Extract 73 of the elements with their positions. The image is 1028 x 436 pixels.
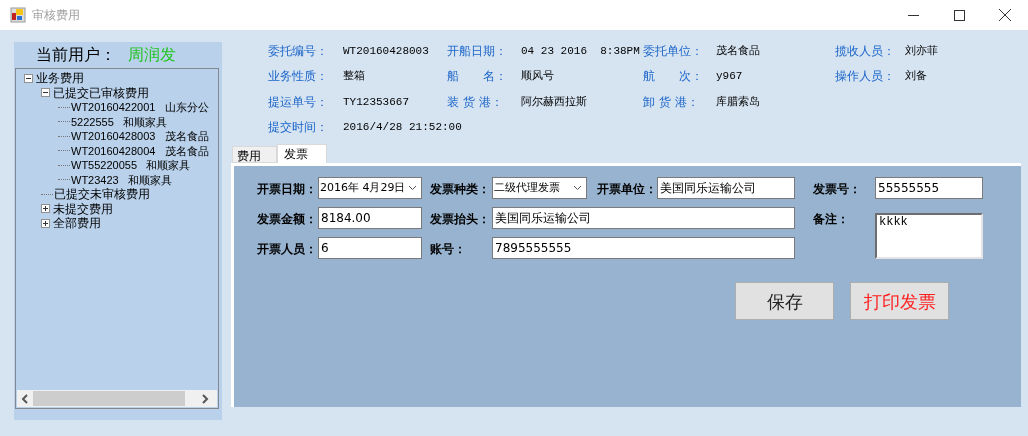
field-label: 操作人员： [835,69,896,85]
form-label: 开票人员： [257,241,318,258]
field-value: 顺风号 [521,69,554,85]
window-title: 审核费用 [32,7,80,24]
tree-item[interactable]: 5222555 和顺家具 [71,114,167,129]
tree-item[interactable]: WT20160428003 茂名食品 [71,129,209,144]
field-value: WT20160428003 [343,44,429,59]
form-label: 发票种类： [430,181,491,198]
tree-item[interactable]: WT20160428004 茂名食品 [71,143,209,158]
field-label: 船 名： [447,69,508,85]
field-value: 刘备 [905,69,927,85]
collapse-toggle[interactable] [24,73,33,83]
chevron-down-icon [408,185,417,191]
input-field[interactable]: 美国同乐运输公司 [657,177,795,199]
field-label: 业务性质： [268,69,329,85]
close-icon [999,9,1011,21]
field-label: 航 次： [643,69,704,85]
form-label: 开票日期： [257,181,318,198]
tree-item[interactable]: WT23423 和顺家具 [71,172,172,187]
field-value: 阿尔赫西拉斯 [521,94,587,110]
tree-item[interactable]: 全部费用 [53,216,101,231]
field-label: 装 货 港： [447,94,504,110]
form-label: 发票金额： [257,211,318,228]
dropdown[interactable]: 2016年 4月29日 [318,177,422,199]
save-button[interactable]: 保存 [735,282,834,320]
field-label: 委托单位： [643,44,704,59]
remarks-field[interactable]: kkkk [875,213,983,259]
plus-icon [42,219,49,227]
field-label: 揽收人员： [835,44,896,59]
form-label: 备注： [813,211,850,228]
tree-item[interactable]: WT55220055 和顺家具 [71,158,191,173]
input-field[interactable]: 6 [318,237,422,259]
field-value: 04 23 2016 8:38PM [521,44,640,59]
field-label: 开船日期： [447,44,508,59]
input-field[interactable]: 55555555 [875,177,983,199]
tree-item[interactable]: 未提交费用 [53,201,113,216]
collapse-toggle[interactable] [41,88,50,98]
tree-item[interactable]: 已提交已审核费用 [53,85,149,100]
field-value: 茂名食品 [716,44,760,59]
field-value: y967 [716,69,743,85]
plus-icon [42,205,49,213]
tree-view[interactable]: 业务费用 已提交已审核费用 WT20160422001 山东分公 5222555 和顺家具 WT20160428003 茂名食品 WT20160428004 茂名食品 WT55220055 和顺家具 WT23423 和顺家具 已提交未审核费用 未提交费用 全部费用 [15,68,219,409]
form-label: 发票抬头： [430,211,491,228]
input-field[interactable]: 7895555555 [492,237,795,259]
tree-item[interactable]: 业务费用 [36,71,84,86]
expand-toggle[interactable] [41,218,50,228]
tree-item[interactable]: WT20160422001 山东分公 [71,100,209,115]
tab[interactable]: 发票 [277,144,327,163]
input-field[interactable]: 美国同乐运输公司 [492,207,795,229]
field-label: 提交时间： [268,119,329,135]
horizontal-scrollbar[interactable] [17,390,217,407]
form-label: 账号： [430,241,467,258]
tab[interactable]: 费用 [232,146,277,163]
form-label: 发票号： [813,181,862,198]
field-label: 委托编号： [268,44,329,59]
maximize-icon [953,9,965,21]
field-label: 提运单号： [268,94,329,110]
chevron-down-icon [573,185,582,191]
expand-toggle[interactable] [41,204,50,214]
field-value: TY12353667 [343,94,409,110]
field-value: 刘亦菲 [905,44,938,59]
field-value: 2016/4/28 21:52:00 [343,119,462,135]
field-value: 库腊索岛 [716,94,760,110]
dropdown[interactable]: 二级代理发票 [492,177,587,199]
app-icon [10,7,26,23]
field-value: 整箱 [343,69,365,85]
form-label: 开票单位： [597,181,657,198]
field-label: 卸 货 港： [643,94,700,110]
current-user-name: 周润发 [128,44,176,66]
input-field[interactable]: 8184.00 [318,207,422,229]
current-user-label: 当前用户： [36,44,116,66]
scrollbar-thumb[interactable] [33,391,185,406]
tree-item[interactable]: 已提交未审核费用 [54,187,150,202]
